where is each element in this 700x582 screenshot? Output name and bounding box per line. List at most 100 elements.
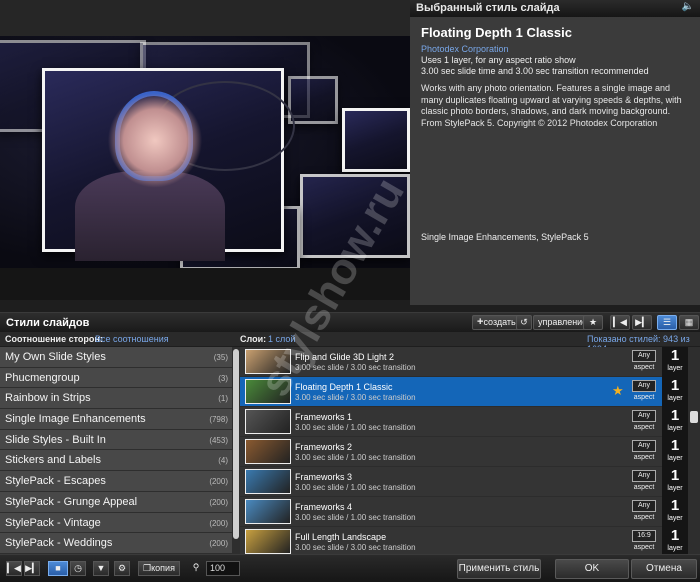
category-count: (200)	[209, 539, 228, 549]
marker-icon[interactable]: ▼	[93, 561, 109, 576]
zoom-input[interactable]: 100	[206, 561, 240, 576]
category-name: My Own Slide Styles	[5, 351, 106, 363]
panel-header: Выбранный стиль слайда 🔈	[410, 0, 700, 17]
next-icon[interactable]: ▶▎	[632, 315, 652, 330]
aspect-value: Any	[632, 410, 656, 422]
layer-count: 1	[670, 497, 680, 514]
first-icon[interactable]: ▎◀	[6, 561, 22, 576]
category-count: (3)	[218, 373, 228, 383]
category-item[interactable]: Stickers and Labels (4)	[0, 450, 232, 472]
layer-word: layer	[667, 515, 683, 522]
aspect-badge: Any aspect	[632, 380, 656, 402]
cancel-button[interactable]: Отмена	[631, 559, 697, 579]
layer-badge: 1 layer	[662, 527, 688, 554]
aspect-word: aspect	[633, 394, 655, 401]
style-company: Photodex Corporation	[421, 44, 509, 54]
style-name: Frameworks 3	[295, 472, 353, 482]
style-row[interactable]: Full Length Landscape 3.00 sec slide / 3.…	[240, 527, 688, 554]
aspect-label: Соотношение сторон:	[5, 334, 103, 344]
aspect-word: aspect	[633, 454, 655, 461]
category-item[interactable]: StylePack - Weddings (200)	[0, 533, 232, 554]
scrollbar-thumb[interactable]	[690, 411, 698, 423]
timer-icon[interactable]: ◷	[70, 561, 86, 576]
main-photo	[42, 68, 295, 261]
style-pack: Single Image Enhancements, StylePack 5	[421, 232, 589, 242]
speaker-icon[interactable]: 🔈	[682, 1, 694, 12]
aspect-word: aspect	[633, 544, 655, 551]
create-button[interactable]: +создать	[472, 315, 521, 330]
aspect-badge: Any aspect	[632, 500, 656, 522]
aspect-value: Any	[632, 500, 656, 512]
aspect-badge: 16:9 aspect	[632, 530, 656, 552]
aspect-word: aspect	[633, 424, 655, 431]
gear-icon[interactable]: ⚙	[114, 561, 130, 576]
preview-stage	[0, 36, 410, 268]
stop-icon[interactable]: ■	[48, 561, 68, 576]
background-photo	[342, 108, 410, 172]
style-preview	[0, 0, 410, 300]
grid-view-icon[interactable]: ▦	[679, 315, 699, 330]
layer-count: 1	[670, 467, 680, 484]
refresh-icon[interactable]: ↺	[516, 315, 532, 330]
style-name: Flip and Glide 3D Light 2	[295, 352, 395, 362]
style-timing: 3.00 sec slide / 3.00 sec transition	[295, 363, 416, 372]
style-row[interactable]: Frameworks 4 3.00 sec slide / 1.00 sec tr…	[240, 497, 688, 527]
style-row[interactable]: Floating Depth 1 Classic 3.00 sec slide /…	[240, 377, 688, 407]
layers-filter-link[interactable]: 1 слой	[268, 334, 295, 344]
category-item[interactable]: StylePack - Grunge Appeal (200)	[0, 491, 232, 513]
aspect-badge: Any aspect	[632, 350, 656, 372]
category-count: (35)	[213, 353, 228, 362]
layers-label: Слои:	[240, 334, 267, 344]
style-row[interactable]: Flip and Glide 3D Light 2 3.00 sec slide …	[240, 347, 688, 377]
last-icon[interactable]: ▶▎	[24, 561, 40, 576]
slide-styles-window: Выбранный стиль слайда 🔈 Floating Depth …	[0, 0, 700, 582]
category-item[interactable]: Phucmengroup (3)	[0, 367, 232, 389]
star-icon[interactable]: ★	[583, 315, 603, 330]
category-list: My Own Slide Styles (35) Phucmengroup (3) Ra…	[0, 347, 232, 554]
category-name: Slide Styles - Built In	[5, 433, 106, 446]
layer-badge: 1 layer	[662, 437, 688, 467]
list-view-icon[interactable]: ☰	[657, 315, 677, 330]
aspect-filter-link[interactable]: Все соотношения	[95, 334, 169, 344]
preview-bottom-strip	[0, 268, 410, 300]
ok-button[interactable]: OK	[555, 559, 629, 579]
style-row[interactable]: Frameworks 1 3.00 sec slide / 1.00 sec tr…	[240, 407, 688, 437]
category-count: (200)	[209, 477, 228, 487]
styles-toolbar: Стили слайдов +создать ↺ управление ★ ▎◀…	[0, 312, 700, 332]
category-item[interactable]: Single Image Enhancements (798)	[0, 409, 232, 430]
category-item[interactable]: Rainbow in Strips (1)	[0, 388, 232, 410]
category-item[interactable]: My Own Slide Styles (35)	[0, 347, 232, 368]
category-name: Stickers and Labels	[5, 454, 101, 467]
style-thumbnail	[245, 439, 291, 464]
apply-style-button[interactable]: Применить стиль	[457, 559, 541, 579]
category-name: Single Image Enhancements	[5, 413, 146, 426]
layer-count: 1	[670, 407, 680, 424]
style-timing: 3.00 sec slide / 3.00 sec transition	[295, 393, 416, 402]
style-row[interactable]: Frameworks 3 3.00 sec slide / 1.00 sec tr…	[240, 467, 688, 497]
layer-count: 1	[670, 377, 680, 394]
aspect-value: 16:9	[632, 530, 656, 542]
category-item[interactable]: StylePack - Vintage (200)	[0, 512, 232, 534]
layer-word: layer	[667, 425, 683, 432]
scrollbar-thumb[interactable]	[233, 349, 239, 539]
copy-button[interactable]: ❐копия	[138, 561, 180, 576]
style-row[interactable]: Frameworks 2 3.00 sec slide / 1.00 sec tr…	[240, 437, 688, 467]
aspect-badge: Any aspect	[632, 410, 656, 432]
aspect-word: aspect	[633, 484, 655, 491]
category-count: (200)	[209, 497, 228, 507]
aspect-word: aspect	[633, 364, 655, 371]
style-timing: 3.00 sec slide / 1.00 sec transition	[295, 483, 416, 492]
prev-icon[interactable]: ▎◀	[610, 315, 630, 330]
style-layer-info: Uses 1 layer, for any aspect ratio show	[421, 55, 576, 65]
category-item[interactable]: Slide Styles - Built In (453)	[0, 429, 232, 451]
favorite-star-icon[interactable]: ★	[612, 383, 624, 399]
style-thumbnail	[245, 499, 291, 524]
category-scrollbar[interactable]	[232, 347, 240, 554]
layer-word: layer	[667, 485, 683, 492]
category-count: (1)	[218, 394, 228, 404]
category-item[interactable]: StylePack - Escapes (200)	[0, 471, 232, 492]
style-thumbnail	[245, 379, 291, 404]
styles-scrollbar[interactable]	[688, 347, 700, 554]
panel-header-title: Выбранный стиль слайда	[416, 2, 560, 14]
layer-badge: 1 layer	[662, 347, 688, 377]
